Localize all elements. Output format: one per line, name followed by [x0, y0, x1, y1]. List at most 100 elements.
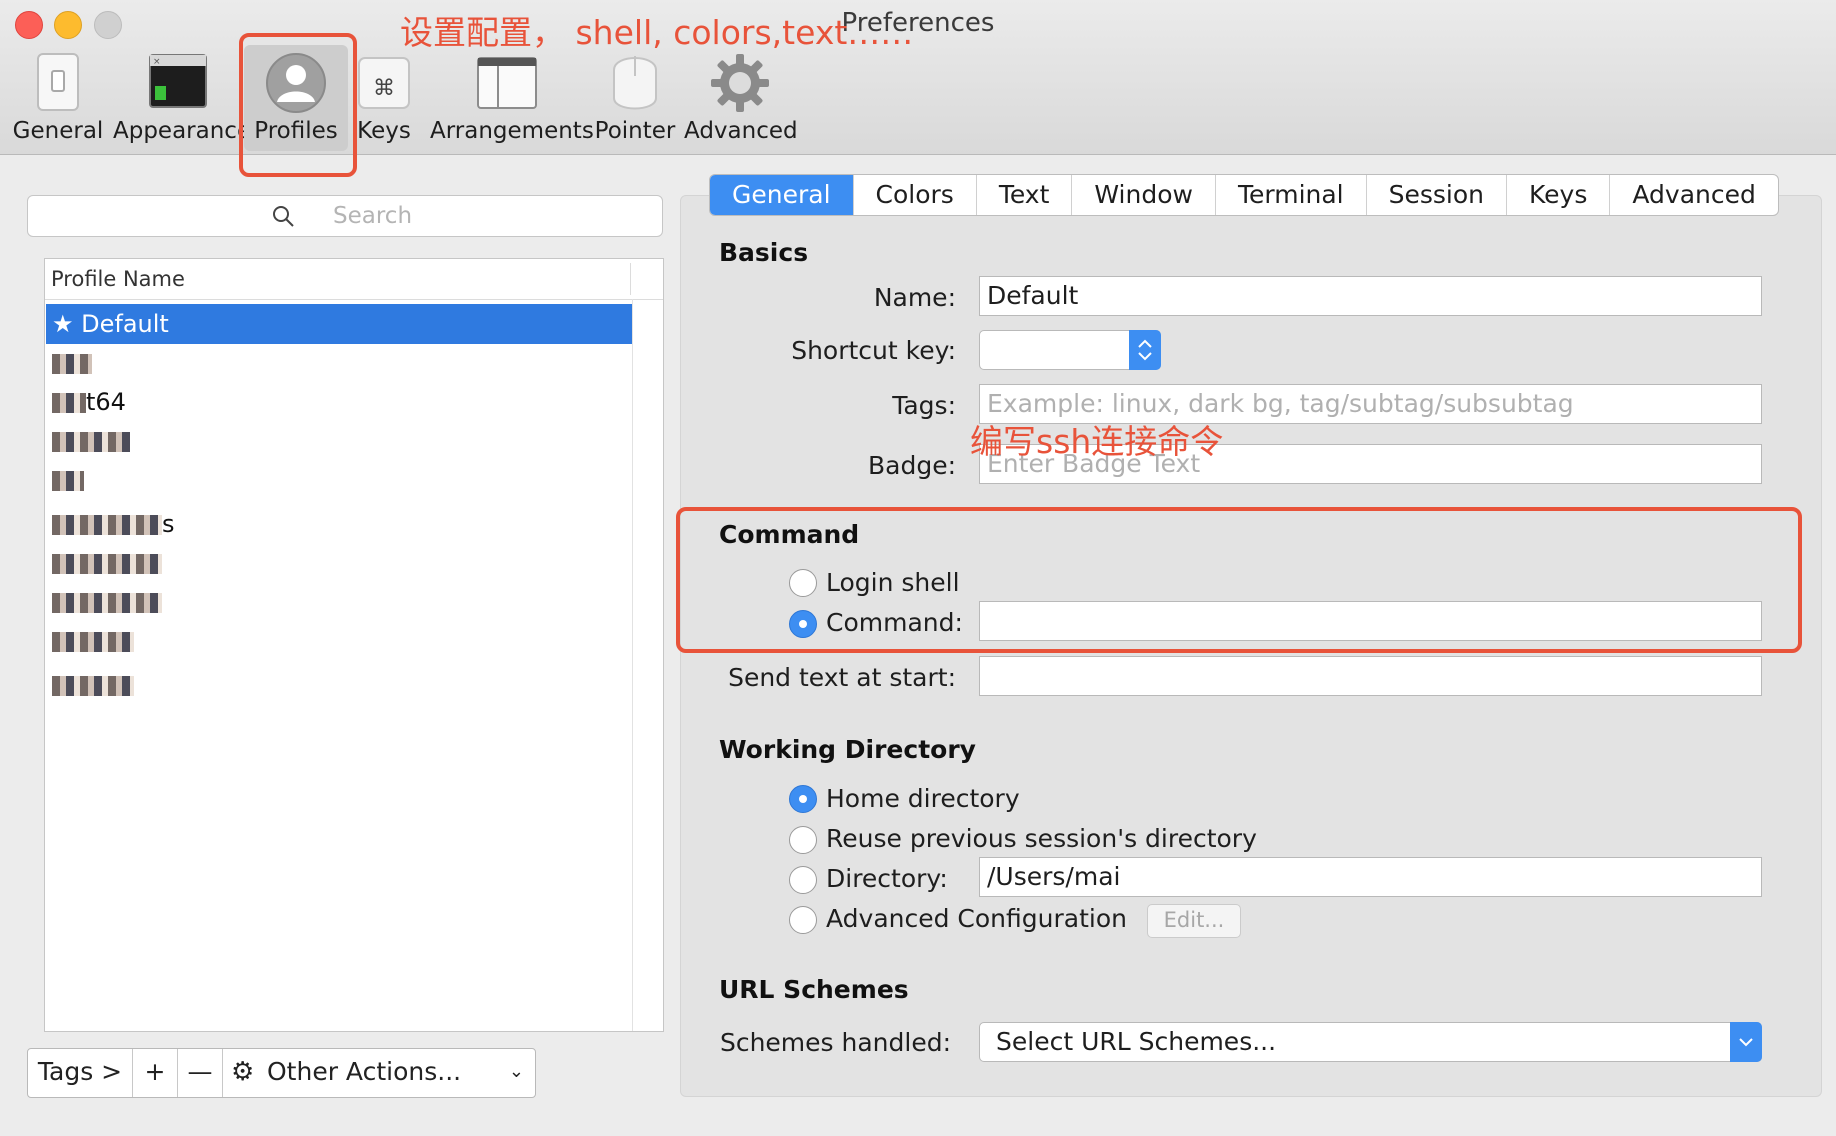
column-divider-line [632, 299, 633, 1031]
send-text-field[interactable] [979, 656, 1762, 696]
obscured-text [52, 593, 162, 613]
profile-actions-bar: Tags > + — ⚙ Other Actions... ⌄ [27, 1048, 536, 1098]
command-key-icon: ⌘ [358, 57, 410, 109]
profile-row[interactable] [46, 582, 632, 622]
reuse-directory-radio[interactable] [789, 826, 817, 854]
name-label: Name: [873, 283, 956, 312]
window-layout-icon [477, 57, 537, 109]
advanced-configuration-radio[interactable] [789, 906, 817, 934]
toolbar-advanced[interactable]: Advanced [684, 50, 798, 150]
gear-icon: ⚙ [231, 1057, 255, 1087]
command-label: Command: [826, 608, 963, 637]
command-field[interactable] [979, 601, 1762, 641]
obscured-text [52, 515, 162, 535]
home-directory-label: Home directory [826, 784, 1020, 813]
obscured-text [52, 432, 130, 452]
person-silhouette-icon [266, 53, 326, 113]
profile-row[interactable]: t64 [46, 382, 632, 422]
toolbar-label: Profiles [254, 118, 338, 144]
column-divider [630, 263, 631, 295]
obscured-text [52, 393, 86, 413]
profile-name: t64 [86, 388, 126, 416]
profile-row[interactable] [46, 343, 632, 383]
tab-window[interactable]: Window [1072, 175, 1216, 215]
obscured-text [52, 354, 92, 374]
profile-row[interactable] [46, 665, 632, 705]
remove-profile-button[interactable]: — [178, 1049, 223, 1097]
profile-name: ★ Default [52, 310, 169, 338]
stepper-arrows-icon [1129, 330, 1161, 370]
profile-row[interactable] [46, 421, 632, 461]
toolbar-label: Arrangements [430, 118, 594, 144]
working-directory-heading: Working Directory [719, 735, 976, 764]
toolbar-pointer[interactable]: Pointer [592, 50, 678, 150]
profile-tabs: General Colors Text Window Terminal Sess… [709, 174, 1779, 216]
toolbar-label: Pointer [594, 118, 676, 144]
gear-icon [711, 54, 769, 112]
obscured-text [52, 554, 162, 574]
command-heading: Command [719, 520, 860, 549]
toolbar-profiles[interactable]: Profiles [244, 45, 348, 151]
schemes-handled-label: Schemes handled: [719, 1028, 951, 1057]
profile-list-header[interactable]: Profile Name [45, 259, 663, 300]
svg-text:×: × [153, 57, 161, 67]
url-schemes-value: Select URL Schemes... [996, 1027, 1277, 1056]
shortcut-key-popup[interactable] [979, 330, 1161, 370]
chevron-down-icon [1730, 1022, 1762, 1062]
tab-session[interactable]: Session [1367, 175, 1508, 215]
toolbar-general[interactable]: General [10, 50, 106, 150]
tab-advanced[interactable]: Advanced [1610, 175, 1778, 215]
profile-name-field[interactable]: Default [979, 276, 1762, 316]
mouse-icon [613, 56, 657, 110]
tags-label: Tags: [892, 391, 956, 420]
toolbar-keys[interactable]: ⌘ Keys [350, 50, 418, 150]
advanced-configuration-label: Advanced Configuration [826, 904, 1127, 933]
other-actions-label: Other Actions... [267, 1057, 462, 1086]
tab-keys[interactable]: Keys [1507, 175, 1611, 215]
tab-general[interactable]: General [710, 175, 854, 215]
url-schemes-heading: URL Schemes [719, 975, 909, 1004]
send-text-label: Send text at start: [728, 663, 956, 692]
toolbar-appearance[interactable]: × Appearance [113, 50, 252, 150]
toolbar-label: Appearance [113, 118, 252, 144]
directory-radio[interactable] [789, 866, 817, 894]
tab-colors[interactable]: Colors [854, 175, 977, 215]
profile-settings-panel [680, 195, 1822, 1097]
obscured-text [52, 471, 84, 491]
add-profile-button[interactable]: + [133, 1049, 178, 1097]
reuse-directory-label: Reuse previous session's directory [826, 824, 1257, 853]
profile-row-default[interactable]: ★ Default [46, 304, 632, 344]
home-directory-radio[interactable] [789, 785, 817, 813]
search-placeholder: Search [333, 203, 413, 229]
toolbar-arrangements[interactable]: Arrangements [430, 50, 594, 150]
command-radio[interactable] [789, 610, 817, 638]
login-shell-radio[interactable] [789, 569, 817, 597]
toolbar-label: General [12, 118, 104, 144]
basics-heading: Basics [719, 238, 809, 267]
profile-list[interactable]: Profile Name ★ Default t64 s [44, 258, 664, 1032]
tab-terminal[interactable]: Terminal [1216, 175, 1367, 215]
url-schemes-popup[interactable]: Select URL Schemes... [979, 1022, 1762, 1062]
switch-icon [37, 53, 79, 111]
column-header-profile-name: Profile Name [51, 267, 185, 291]
tab-text[interactable]: Text [977, 175, 1073, 215]
search-icon [273, 206, 294, 227]
toolbar-label: Keys [357, 118, 411, 144]
terminal-window-icon: × [149, 54, 207, 108]
toolbar: Preferences General × Appearance Profile… [0, 0, 1836, 155]
directory-label: Directory: [826, 864, 948, 893]
profile-search-field[interactable]: Search [27, 195, 663, 237]
tags-button[interactable]: Tags > [28, 1049, 133, 1097]
directory-field[interactable]: /Users/mai [979, 857, 1762, 897]
annotation-command-text: 编写ssh连接命令 [970, 422, 1224, 461]
profile-row[interactable] [46, 460, 632, 500]
annotation-top-text: 设置配置， shell, colors,text…… [400, 13, 914, 52]
login-shell-label: Login shell [826, 568, 960, 597]
profile-row[interactable] [46, 621, 632, 661]
edit-button[interactable]: Edit... [1147, 904, 1241, 938]
window-title: Preferences [841, 8, 995, 38]
other-actions-menu[interactable]: ⚙ Other Actions... ⌄ [223, 1049, 534, 1097]
svg-text:⌘: ⌘ [373, 76, 395, 101]
profile-row[interactable] [46, 543, 632, 583]
profile-row[interactable]: s [46, 504, 632, 544]
